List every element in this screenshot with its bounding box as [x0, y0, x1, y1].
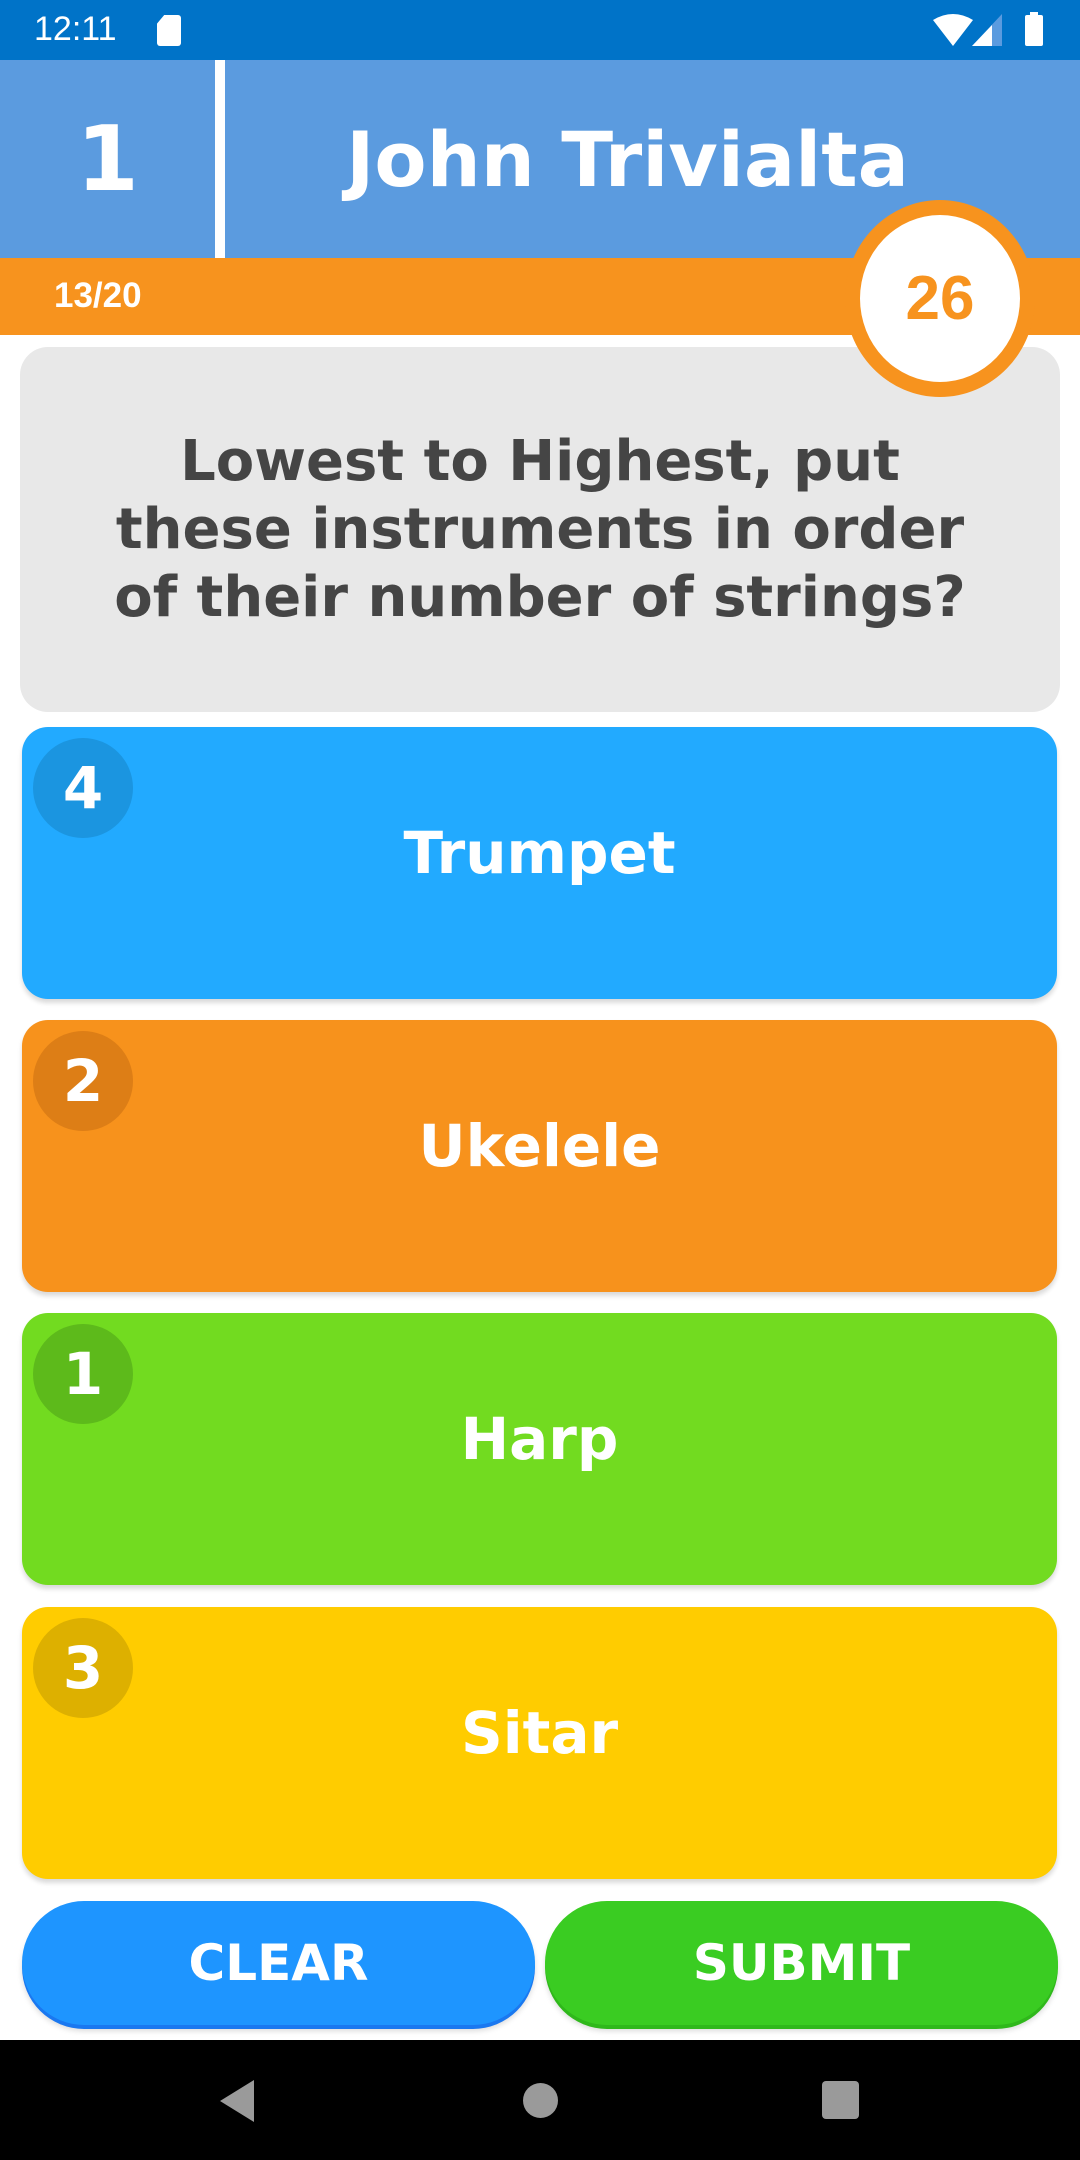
score-badge: 26 — [845, 200, 1035, 397]
question-text: Lowest to Highest, put these instruments… — [114, 428, 966, 630]
status-bar: 12:11 — [0, 0, 1080, 60]
answer-card-ukelele[interactable]: 2 Ukelele — [22, 1020, 1057, 1292]
back-icon[interactable] — [220, 2080, 256, 2126]
question-count: 13/20 — [54, 276, 142, 315]
battery-icon — [1025, 12, 1043, 46]
header-divider — [215, 60, 225, 258]
answer-card-harp[interactable]: 1 Harp — [22, 1313, 1057, 1585]
sd-card-icon — [157, 15, 181, 46]
answer-card-sitar[interactable]: 3 Sitar — [22, 1607, 1057, 1879]
player-rank: 1 — [76, 106, 139, 212]
question-card: Lowest to Highest, put these instruments… — [20, 347, 1060, 712]
recents-icon[interactable] — [822, 2081, 859, 2119]
answer-label: Ukelele — [418, 1112, 661, 1180]
answer-label: Trumpet — [403, 819, 676, 887]
clear-button[interactable]: CLEAR — [22, 1901, 535, 2025]
answer-label: Harp — [460, 1405, 619, 1473]
home-icon[interactable] — [523, 2083, 558, 2118]
submit-button[interactable]: SUBMIT — [545, 1901, 1058, 2025]
answer-label: Sitar — [460, 1699, 619, 1767]
score-value: 26 — [905, 264, 975, 333]
status-time: 12:11 — [34, 10, 117, 48]
system-nav-bar — [0, 2040, 1080, 2160]
signal-icon — [972, 14, 1006, 46]
answer-card-trumpet[interactable]: 4 Trumpet — [22, 727, 1057, 999]
